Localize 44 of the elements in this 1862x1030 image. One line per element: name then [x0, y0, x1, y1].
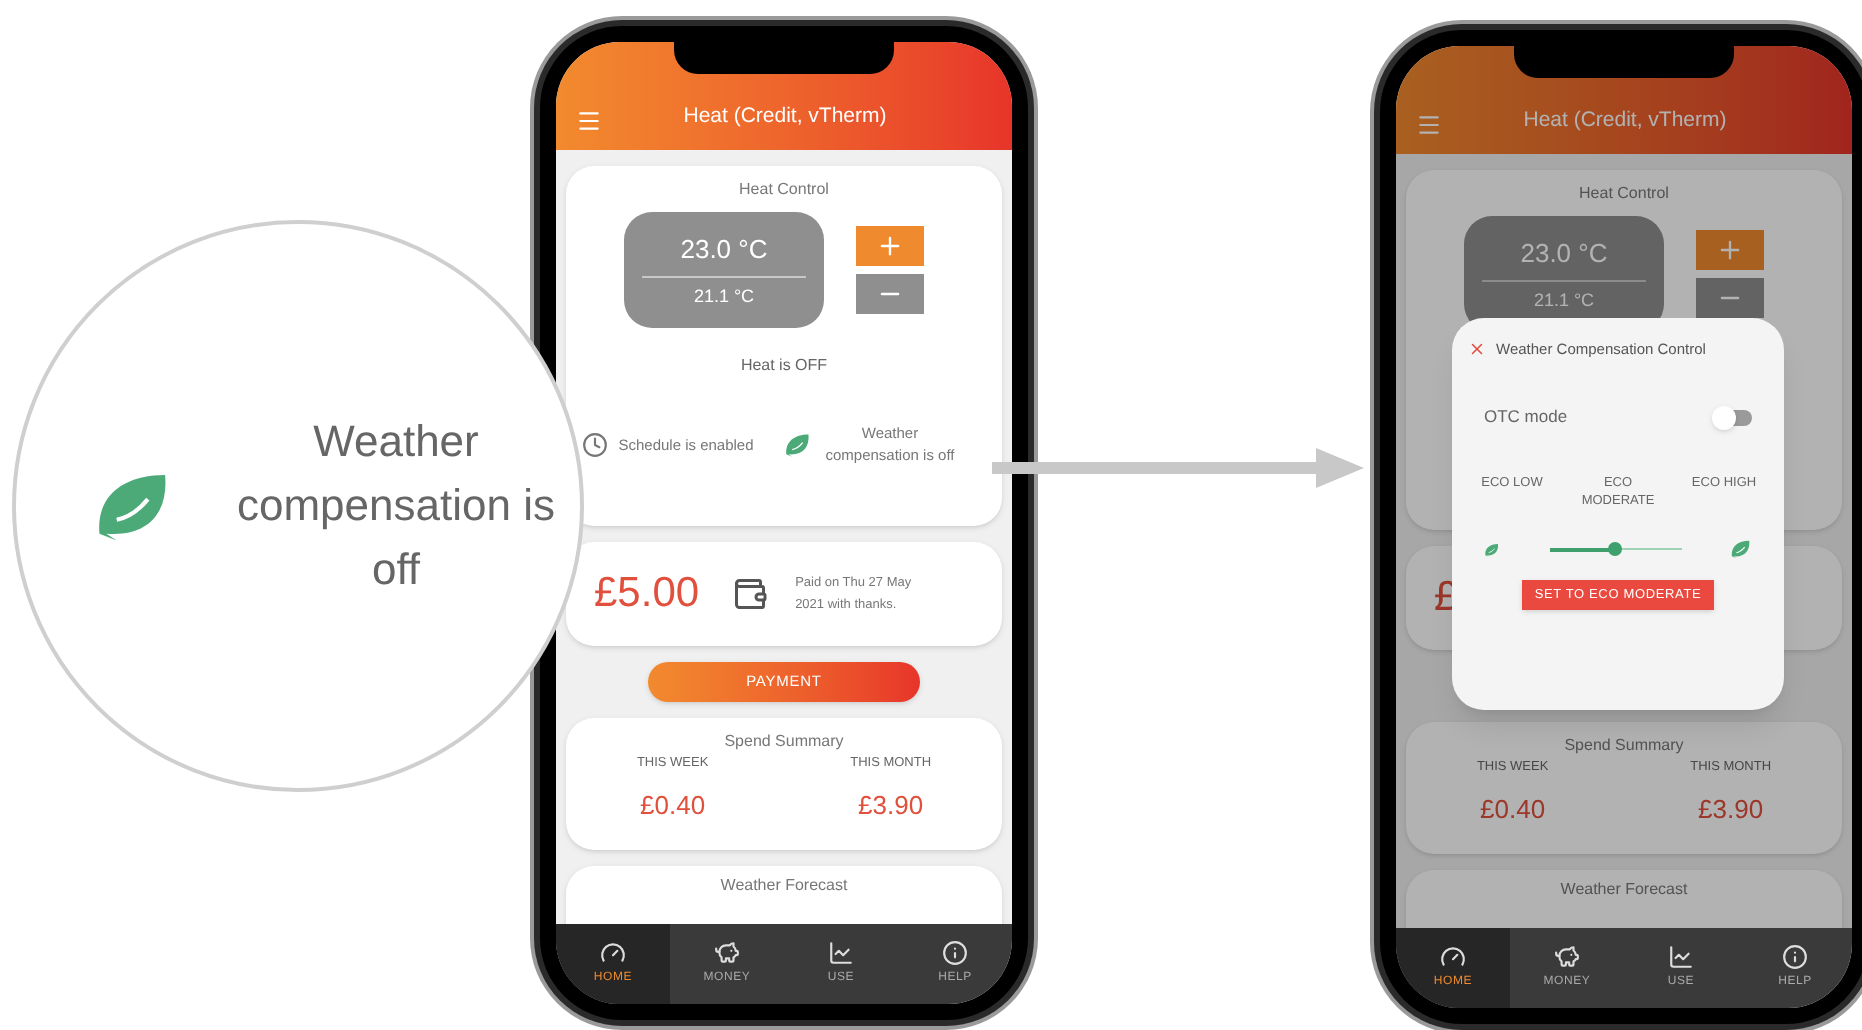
toggle-label: OTC mode [1484, 404, 1568, 430]
callout-text: Weather compensation is off [236, 414, 556, 598]
nav-icon [1668, 944, 1694, 970]
heat-status: Heat is OFF [740, 354, 828, 378]
plus-icon [1716, 236, 1744, 264]
card-title: Spend Summary [1564, 734, 1684, 758]
payment-amount: £5.00 [594, 568, 700, 621]
header-title: Heat (Credit, vTherm) [1521, 106, 1729, 137]
current-temperature: 21.1 °C [693, 283, 755, 309]
card-title: Heat Control [739, 178, 829, 202]
nav-icon [1440, 944, 1466, 970]
current-temperature: 21.1 °C [1533, 287, 1595, 313]
nav-icon [1554, 944, 1580, 970]
menu-icon[interactable] [576, 108, 602, 134]
nav-icon [600, 940, 626, 966]
period-amount: £0.40 [640, 787, 706, 824]
plus-icon [876, 232, 904, 260]
period-amount: £3.90 [858, 787, 924, 824]
menu-icon[interactable] [1416, 112, 1442, 138]
slider-thumb[interactable] [1608, 542, 1622, 556]
header-title: Heat (Credit, vTherm) [681, 102, 889, 133]
card-title: Weather Forecast [1560, 878, 1688, 902]
card-title: Weather Forecast [720, 874, 848, 898]
nav-icon [942, 940, 968, 966]
nav-icon [714, 940, 740, 966]
leaf-icon [1484, 541, 1500, 557]
leaf-icon [1730, 538, 1752, 560]
card-title: Spend Summary [724, 730, 844, 754]
setpoint-temperature: 23.0 °C [1520, 236, 1608, 272]
increase-button[interactable] [1696, 230, 1764, 270]
decrease-button[interactable] [856, 274, 924, 314]
period-amount: £0.40 [1480, 791, 1546, 828]
card-title: Heat Control [1579, 182, 1669, 206]
clock-icon [582, 431, 608, 457]
period-amount: £3.90 [1698, 791, 1764, 828]
setpoint-temperature: 23.0 °C [680, 232, 768, 268]
nav-icon [1782, 944, 1808, 970]
leaf-icon [784, 431, 812, 457]
wallet-icon [731, 576, 768, 612]
increase-button[interactable] [856, 226, 924, 266]
otc-toggle[interactable] [1716, 409, 1752, 426]
nav-icon [828, 940, 854, 966]
decrease-button[interactable] [1696, 278, 1764, 318]
close-icon[interactable] [1468, 340, 1486, 359]
